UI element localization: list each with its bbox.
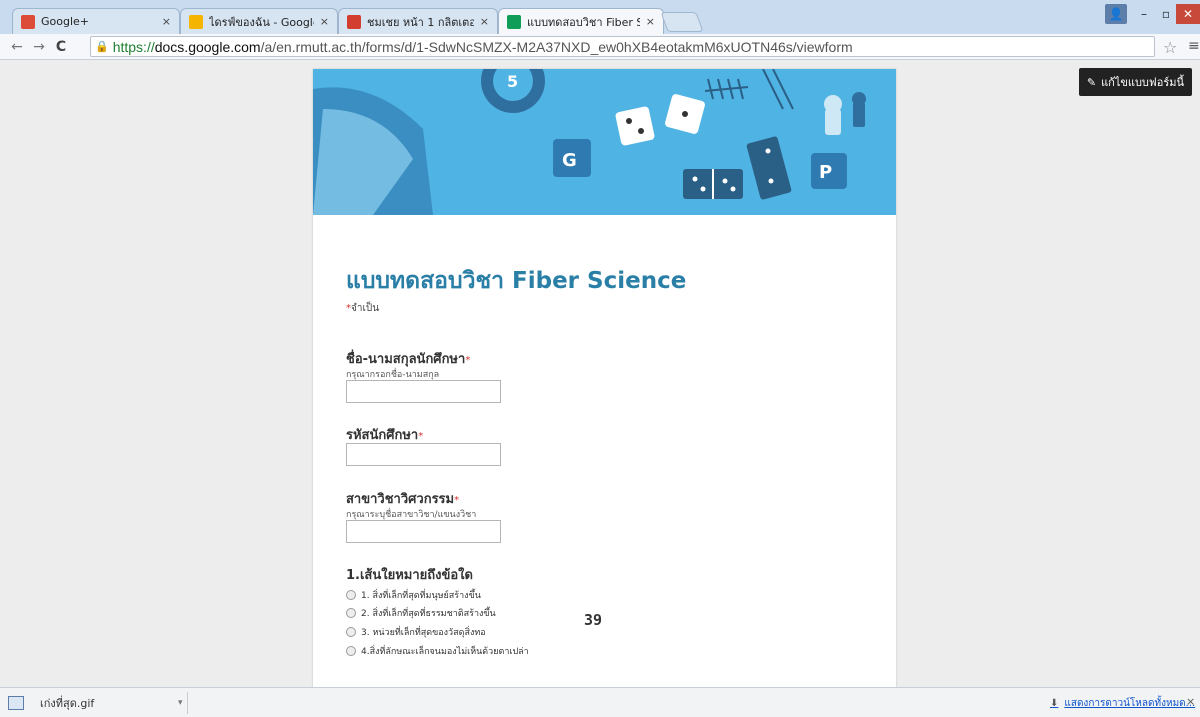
question-title-student-id: รหัสนักศึกษา* [346, 424, 423, 445]
tab-title: ไดรฟ์ของฉัน - Google ไดรฟ์ [209, 15, 314, 29]
image-file-icon [8, 696, 24, 710]
close-tab-icon[interactable]: × [320, 15, 329, 28]
download-file-name: เก่งที่สุด.gif [40, 697, 95, 710]
back-button[interactable]: ← [6, 39, 28, 55]
choice-label: 1. สิ่งที่เล็กที่สุดที่มนุษย์สร้างขึ้น [361, 591, 481, 601]
question-title-text: ชื่อ-นามสกุลนักศึกษา [346, 352, 466, 367]
question-title-text: สาขาวิชาวิศวกรรม [346, 492, 455, 507]
tab-title: แบบทดสอบวิชา Fiber Scienc [527, 15, 640, 29]
site-favicon-icon [347, 14, 361, 29]
student-id-input[interactable] [346, 443, 501, 466]
question-title-student-name: ชื่อ-นามสกุลนักศึกษา* [346, 348, 470, 369]
url-domain: docs.google.com [154, 38, 261, 55]
engineering-major-input[interactable] [346, 520, 501, 543]
close-tab-icon[interactable]: × [162, 15, 171, 28]
address-bar[interactable]: 🔒 https:// docs.google.com /a/en.rmutt.a… [90, 36, 1155, 57]
url-scheme: https:// [112, 38, 155, 55]
radio-button[interactable] [346, 608, 356, 618]
tab-glitter[interactable]: ชมเชย หน้า 1 กลิตเตอร์ glitter × [338, 8, 498, 34]
close-tab-icon[interactable]: × [480, 15, 489, 28]
google-drive-icon [189, 14, 203, 29]
download-item[interactable]: เก่งที่สุด.gif ▾ [8, 692, 188, 714]
games-banner-illustration: 5 G P [313, 69, 896, 215]
radio-button[interactable] [346, 627, 356, 637]
pencil-icon: ✎ [1086, 75, 1097, 89]
bookmark-star-icon[interactable]: ☆ [1163, 38, 1177, 57]
forward-button[interactable]: → [28, 39, 50, 55]
chevron-down-icon[interactable]: ▾ [178, 698, 183, 708]
show-all-downloads-link[interactable]: ⬇ แสดงการดาวน์โหลดทั้งหมด... [1050, 696, 1195, 711]
url-path: /a/en.rmutt.ac.th/forms/d/1-SdwNcSMZX-M2… [260, 38, 853, 55]
svg-text:P: P [819, 162, 832, 183]
close-shelf-icon[interactable]: × [1186, 695, 1195, 708]
question-title-text: รหัสนักศึกษา [346, 428, 419, 443]
user-profile-icon[interactable]: 👤 [1105, 4, 1127, 24]
edit-form-label: แก้ไขแบบฟอร์มนี้ [1101, 76, 1184, 89]
form-card: 5 G P แบบทดสอบวิชา Fiber Science *จำเป็น… [313, 69, 896, 687]
tab-google-drive[interactable]: ไดรฟ์ของฉัน - Google ไดรฟ์ × [180, 8, 338, 34]
new-tab-button[interactable] [660, 12, 704, 32]
close-tab-icon[interactable]: × [646, 15, 655, 28]
chrome-menu-icon[interactable]: ≡ [1188, 38, 1200, 54]
required-asterisk: * [454, 495, 460, 506]
radio-button[interactable] [346, 590, 356, 600]
show-all-downloads-label: แสดงการดาวน์โหลดทั้งหมด... [1064, 698, 1196, 709]
page-viewport: ✎ แก้ไขแบบฟอร์มนี้ 5 G P แบบทดสอบวิชา Fi… [0, 60, 1200, 687]
choice-option[interactable]: 1. สิ่งที่เล็กที่สุดที่มนุษย์สร้างขึ้น [346, 588, 481, 602]
slide-page-number: 39 [584, 611, 603, 629]
choice-option[interactable]: 3. หน่วยที่เล็กที่สุดของวัสดุสิ่งทอ [346, 625, 486, 639]
tab-title: ชมเชย หน้า 1 กลิตเตอร์ glitter [367, 15, 474, 29]
google-forms-icon [507, 14, 521, 29]
choice-label: 3. หน่วยที่เล็กที่สุดของวัสดุสิ่งทอ [361, 628, 486, 638]
maximize-button[interactable]: ▫ [1156, 4, 1176, 24]
edit-form-button[interactable]: ✎ แก้ไขแบบฟอร์มนี้ [1078, 68, 1192, 96]
lock-icon: 🔒 [95, 41, 109, 53]
question-title-fiber-definition: 1.เส้นใยหมายถึงข้อใด [346, 568, 473, 583]
minimize-button[interactable]: – [1132, 4, 1156, 24]
radio-button[interactable] [346, 646, 356, 656]
question-title-engineering-major: สาขาวิชาวิศวกรรม* [346, 488, 459, 509]
tab-title: Google+ [41, 15, 90, 28]
choice-label: 2. สิ่งที่เล็กที่สุดที่ธรรมชาติสร้างขึ้น [361, 609, 496, 619]
student-name-input[interactable] [346, 380, 501, 403]
svg-text:G: G [562, 150, 577, 171]
choice-label: 4.สิ่งที่ลักษณะเล็กจนมองไม่เห็นด้วยตาเปล… [361, 647, 529, 657]
choice-option[interactable]: 2. สิ่งที่เล็กที่สุดที่ธรรมชาติสร้างขึ้น [346, 606, 496, 620]
tab-google-plus[interactable]: Google+ × [12, 8, 180, 34]
form-title: แบบทดสอบวิชา Fiber Science [346, 268, 687, 294]
download-arrow-icon: ⬇ [1050, 698, 1059, 709]
question-help-engineering-major: กรุณาระบุชื่อสาขาวิชา/แขนงวิชา [346, 510, 477, 520]
browser-toolbar: ← → C 🔒 https:// docs.google.com /a/en.r… [0, 34, 1200, 60]
header-banner-image: 5 G P [313, 69, 896, 215]
svg-text:5: 5 [507, 72, 518, 91]
required-note: *จำเป็น [346, 301, 379, 316]
tab-strip: Google+ × ไดรฟ์ของฉัน - Google ไดรฟ์ × ช… [0, 0, 1200, 34]
required-note-text: จำเป็น [351, 303, 380, 314]
required-asterisk: * [418, 431, 424, 442]
choice-option[interactable]: 4.สิ่งที่ลักษณะเล็กจนมองไม่เห็นด้วยตาเปล… [346, 644, 529, 658]
reload-button[interactable]: C [50, 39, 72, 55]
google-plus-icon [21, 14, 35, 29]
question-help-student-name: กรุณากรอกชื่อ-นามสกุล [346, 370, 440, 380]
required-asterisk: * [465, 355, 471, 366]
download-shelf: เก่งที่สุด.gif ▾ ⬇ แสดงการดาวน์โหลดทั้งห… [0, 687, 1200, 717]
close-window-button[interactable]: ✕ [1176, 4, 1200, 24]
tab-fiber-science-form[interactable]: แบบทดสอบวิชา Fiber Scienc × [498, 8, 664, 34]
